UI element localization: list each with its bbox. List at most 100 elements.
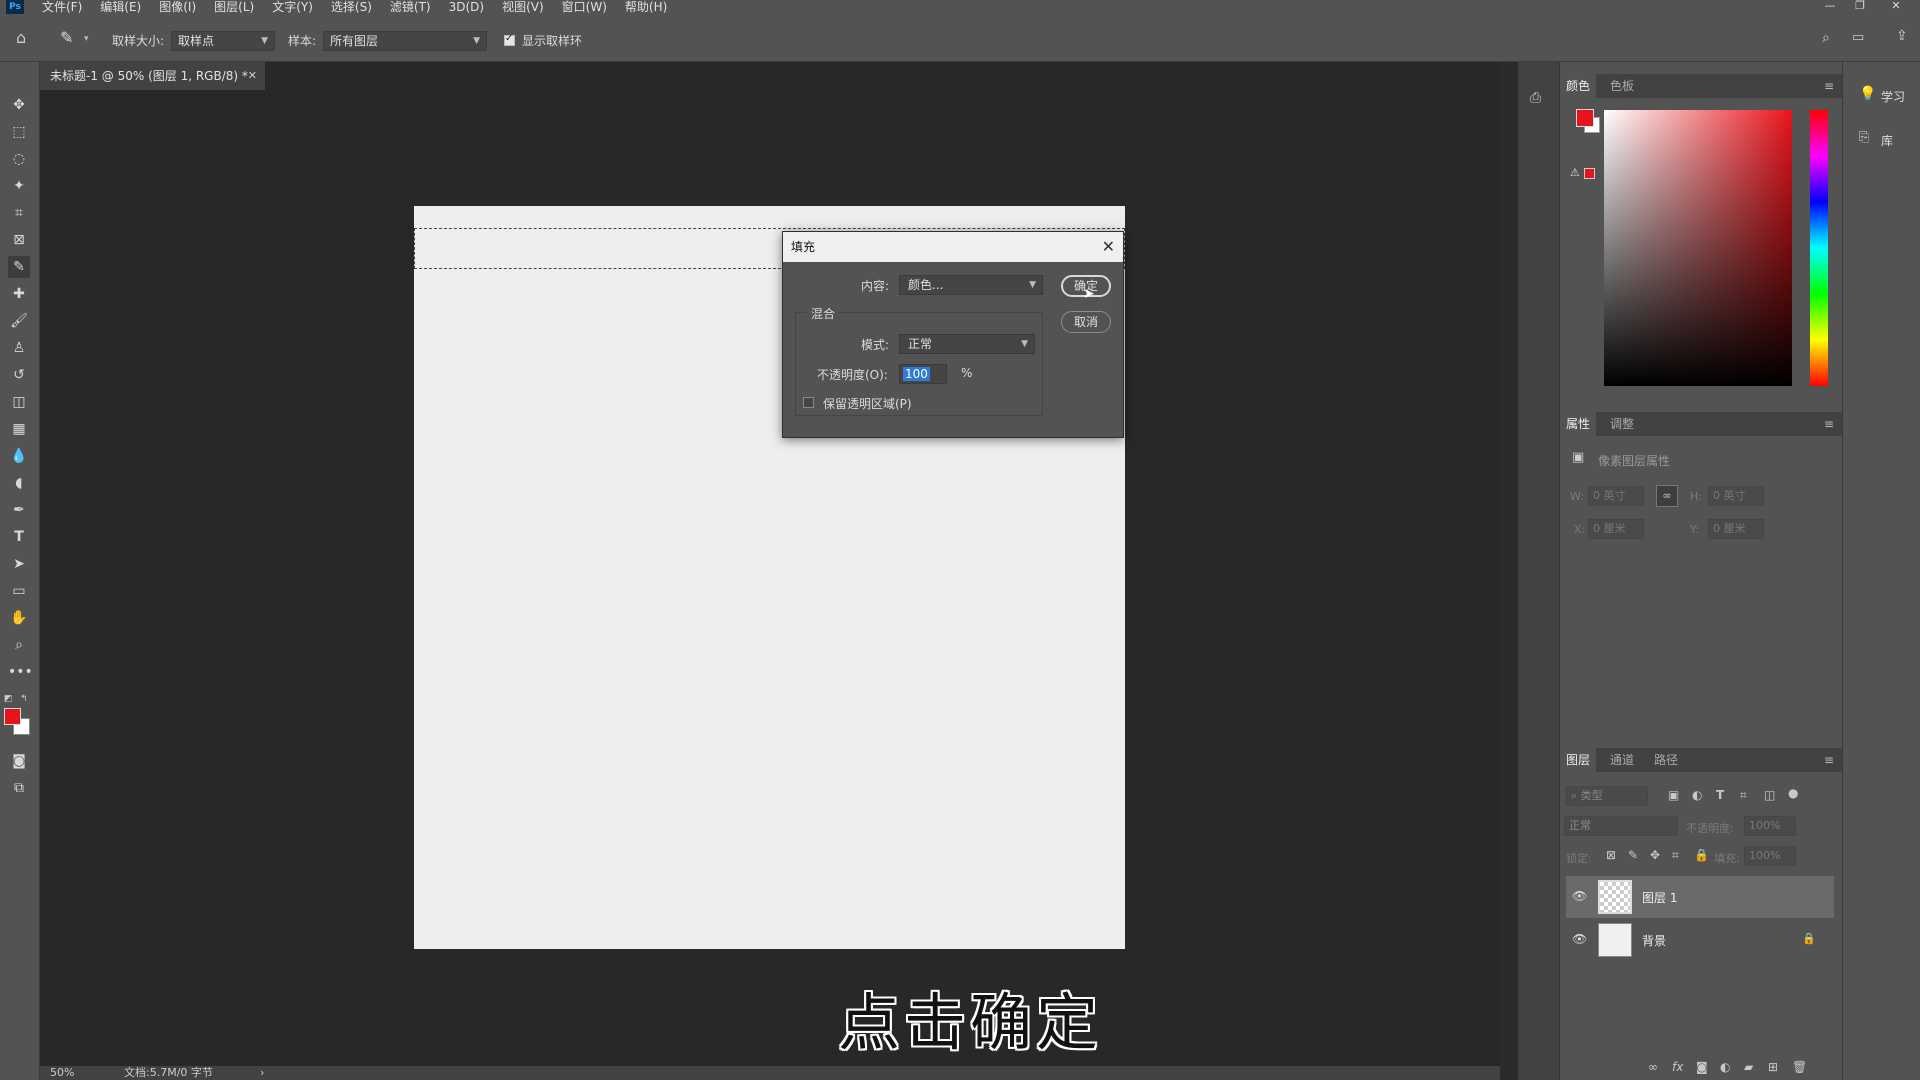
lock-image-icon[interactable]: ✎: [1628, 848, 1638, 862]
swap-colors-icon[interactable]: ↰: [20, 694, 28, 704]
rectangle-tool-icon[interactable]: ▭: [8, 580, 30, 602]
hue-slider[interactable]: [1810, 110, 1828, 386]
menu-select[interactable]: 选择(S): [331, 0, 372, 14]
tab-color[interactable]: 颜色: [1560, 74, 1597, 98]
learn-label[interactable]: 学习: [1881, 88, 1905, 105]
history-brush-tool-icon[interactable]: ↺: [8, 364, 30, 386]
healing-brush-tool-icon[interactable]: ✚: [8, 283, 30, 305]
new-layer-icon[interactable]: ⊞: [1768, 1060, 1778, 1074]
gradient-tool-icon[interactable]: ▦: [8, 418, 30, 440]
close-icon[interactable]: ✕: [1102, 232, 1115, 262]
panel-menu-icon[interactable]: ≡: [1824, 74, 1834, 98]
menu-help[interactable]: 帮助(H): [625, 0, 667, 14]
quick-mask-icon[interactable]: ◙: [8, 750, 30, 772]
tab-layers[interactable]: 图层: [1560, 748, 1597, 772]
foreground-color-swatch[interactable]: [4, 708, 21, 725]
home-icon[interactable]: ⌂: [16, 28, 26, 47]
share-icon[interactable]: ⇪: [1896, 28, 1908, 44]
panel-menu-icon[interactable]: ≡: [1824, 412, 1834, 436]
restore-icon[interactable]: ❐: [1846, 0, 1874, 14]
filter-adjustment-icon[interactable]: ◐: [1692, 788, 1702, 802]
menu-3d[interactable]: 3D(D): [449, 0, 484, 14]
eye-icon[interactable]: 👁: [1572, 932, 1587, 946]
y-field[interactable]: 0 厘米: [1708, 519, 1764, 539]
filter-type-icon[interactable]: T: [1716, 788, 1724, 802]
fill-field[interactable]: 100%: [1744, 846, 1796, 866]
menu-window[interactable]: 窗口(W): [562, 0, 607, 14]
menu-edit[interactable]: 编辑(E): [100, 0, 141, 14]
library-icon[interactable]: ⎘: [1859, 130, 1869, 145]
crop-tool-icon[interactable]: ⌗: [8, 202, 30, 224]
mode-select[interactable]: 正常 ▼: [899, 334, 1035, 354]
frame-tool-icon[interactable]: ⊠: [8, 229, 30, 251]
w-field[interactable]: 0 英寸: [1588, 486, 1644, 506]
lock-all-icon[interactable]: 🔒: [1694, 848, 1709, 862]
tab-adjustments[interactable]: 调整: [1604, 412, 1640, 436]
library-label[interactable]: 库: [1881, 132, 1893, 149]
link-icon[interactable]: ∞: [1656, 485, 1678, 507]
move-tool-icon[interactable]: ✥: [8, 94, 30, 116]
filter-shape-icon[interactable]: ⌗: [1740, 788, 1747, 803]
close-tab-icon[interactable]: ✕: [248, 62, 257, 90]
eraser-tool-icon[interactable]: ◫: [8, 391, 30, 413]
menu-type[interactable]: 文字(Y): [272, 0, 313, 14]
menu-view[interactable]: 视图(V): [502, 0, 544, 14]
new-adjustment-icon[interactable]: ◐: [1720, 1060, 1730, 1074]
lock-position-icon[interactable]: ✥: [1650, 848, 1660, 862]
more-tools-icon[interactable]: •••: [8, 661, 33, 683]
preserve-transparency-checkbox[interactable]: [803, 397, 814, 408]
pen-tool-icon[interactable]: ✒: [8, 499, 30, 521]
panel-menu-icon[interactable]: ≡: [1824, 748, 1834, 772]
opacity-input[interactable]: 100: [899, 364, 947, 384]
tab-channels[interactable]: 通道: [1604, 748, 1640, 772]
link-layers-icon[interactable]: ∞: [1648, 1060, 1658, 1074]
sample-select[interactable]: 所有图层 ▼: [323, 31, 487, 51]
chevron-down-icon[interactable]: ▾: [84, 34, 89, 44]
hand-tool-icon[interactable]: ✋: [8, 607, 30, 629]
screen-mode-icon[interactable]: ⧉: [8, 777, 30, 799]
content-select[interactable]: 颜色... ▼: [899, 275, 1043, 295]
lasso-tool-icon[interactable]: ◌: [8, 148, 30, 170]
layer-row-background[interactable]: 👁 背景 🔒: [1566, 919, 1834, 961]
blend-mode-select[interactable]: 正常: [1564, 816, 1678, 836]
default-colors-icon[interactable]: ◩: [4, 694, 13, 704]
minimize-icon[interactable]: —: [1816, 0, 1844, 14]
zoom-tool-icon[interactable]: ⌕: [8, 634, 30, 656]
eyedropper-preset-icon[interactable]: ✎: [60, 28, 73, 47]
workspace-icon[interactable]: ▭: [1852, 30, 1864, 45]
x-field[interactable]: 0 厘米: [1588, 519, 1644, 539]
close-window-icon[interactable]: ✕: [1882, 0, 1910, 14]
menu-layer[interactable]: 图层(L): [214, 0, 254, 14]
dodge-tool-icon[interactable]: ◖: [8, 472, 30, 494]
trash-icon[interactable]: 🗑: [1792, 1060, 1807, 1074]
filter-smart-object-icon[interactable]: ◫: [1764, 788, 1775, 802]
menu-filter[interactable]: 滤镜(T): [390, 0, 431, 14]
filter-pixel-icon[interactable]: ▣: [1668, 788, 1679, 802]
layer-opacity-field[interactable]: 100%: [1744, 816, 1796, 836]
blur-tool-icon[interactable]: 💧: [8, 445, 30, 467]
type-tool-icon[interactable]: T: [8, 526, 30, 548]
gamut-color-swatch[interactable]: [1584, 168, 1595, 179]
marquee-tool-icon[interactable]: ⬚: [8, 121, 30, 143]
new-group-icon[interactable]: ▰: [1744, 1060, 1753, 1074]
eye-icon[interactable]: 👁: [1572, 889, 1587, 903]
stamp-tool-icon[interactable]: ♙: [8, 337, 30, 359]
lock-transparent-icon[interactable]: ⊠: [1606, 848, 1616, 862]
eyedropper-tool-icon[interactable]: ✎: [8, 256, 30, 278]
tab-paths[interactable]: 路径: [1648, 748, 1684, 772]
show-ring-checkbox[interactable]: [504, 33, 515, 46]
menu-image[interactable]: 图像(I): [159, 0, 196, 14]
layer-row-1[interactable]: 👁 图层 1: [1566, 876, 1834, 918]
filter-toggle-icon[interactable]: ●: [1788, 786, 1798, 800]
document-tab[interactable]: 未标题-1 @ 50% (图层 1, RGB/8) * ✕: [40, 62, 265, 90]
sample-size-select[interactable]: 取样点 ▼: [171, 31, 275, 51]
h-field[interactable]: 0 英寸: [1708, 486, 1764, 506]
brush-tool-icon[interactable]: 🖌: [8, 310, 30, 332]
tab-properties[interactable]: 属性: [1560, 412, 1597, 436]
path-select-tool-icon[interactable]: ➤: [8, 553, 30, 575]
lock-artboard-icon[interactable]: ⌗: [1672, 848, 1679, 863]
history-panel-icon[interactable]: ⎙: [1530, 90, 1541, 106]
layer-filter-select[interactable]: ⌕ 类型: [1566, 786, 1648, 806]
color-foreground-swatch[interactable]: [1576, 109, 1594, 127]
zoom-level[interactable]: 50%: [50, 1066, 74, 1080]
